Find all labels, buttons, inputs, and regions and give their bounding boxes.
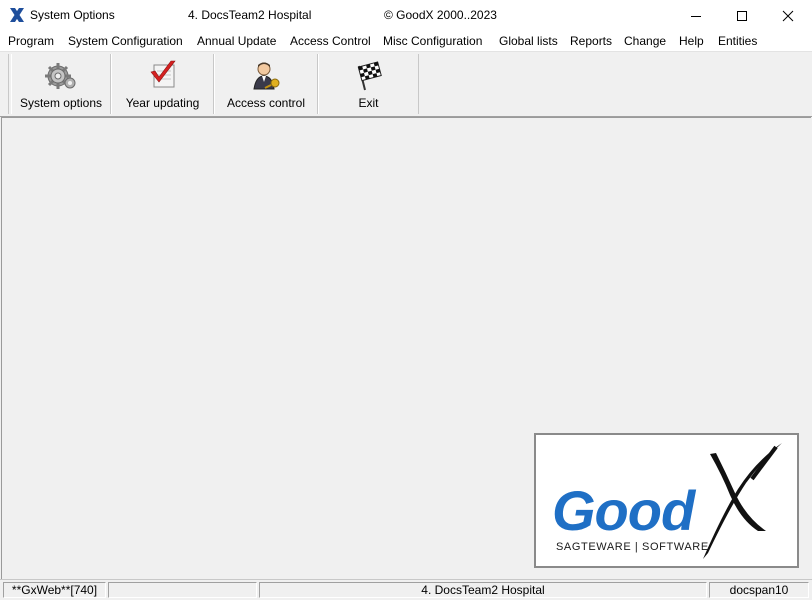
user-key-icon bbox=[253, 62, 280, 90]
checkered-flag-icon bbox=[357, 61, 382, 91]
title-bar: System Options 4. DocsTeam2 Hospital © G… bbox=[0, 0, 812, 31]
status-pane-empty bbox=[108, 582, 257, 598]
window-title: System Options bbox=[30, 8, 115, 22]
checkmark-calendar-icon bbox=[149, 60, 176, 88]
menu-change[interactable]: Change bbox=[624, 34, 666, 48]
system-options-button[interactable]: System options bbox=[11, 54, 111, 114]
maximize-button[interactable] bbox=[719, 0, 765, 31]
practice-name: 4. DocsTeam2 Hospital bbox=[188, 8, 312, 22]
status-server: **GxWeb**[740] bbox=[3, 582, 106, 598]
goodx-tagline: SAGTEWARE | SOFTWARE bbox=[556, 541, 709, 553]
goodx-logo: Good SAGTEWARE | SOFTWARE bbox=[534, 433, 799, 568]
goodx-brand-text: Good bbox=[552, 479, 697, 542]
minimize-button[interactable] bbox=[673, 0, 719, 31]
menu-bar: Program System Configuration Annual Upda… bbox=[0, 31, 812, 52]
goodx-app-icon bbox=[10, 8, 24, 22]
maximize-icon bbox=[737, 10, 747, 21]
gears-icon bbox=[45, 63, 76, 89]
menu-system-configuration[interactable]: System Configuration bbox=[68, 34, 183, 48]
menu-global-lists[interactable]: Global lists bbox=[499, 34, 558, 48]
status-practice: 4. DocsTeam2 Hospital bbox=[259, 582, 707, 598]
menu-misc-configuration[interactable]: Misc Configuration bbox=[383, 34, 482, 48]
exit-button[interactable]: Exit bbox=[318, 54, 419, 114]
copyright-text: © GoodX 2000..2023 bbox=[384, 8, 497, 22]
access-control-label: Access control bbox=[226, 96, 306, 110]
close-icon bbox=[782, 10, 794, 21]
menu-program[interactable]: Program bbox=[8, 34, 54, 48]
access-control-button[interactable]: Access control bbox=[214, 54, 318, 114]
menu-annual-update[interactable]: Annual Update bbox=[197, 34, 276, 48]
toolbar: System options Year updating Access cont… bbox=[0, 52, 812, 117]
menu-help[interactable]: Help bbox=[679, 34, 704, 48]
status-user: docspan10 bbox=[709, 582, 809, 598]
year-updating-button[interactable]: Year updating bbox=[111, 54, 214, 114]
close-button[interactable] bbox=[765, 0, 811, 31]
year-updating-label: Year updating bbox=[125, 96, 200, 110]
menu-access-control[interactable]: Access Control bbox=[290, 34, 371, 48]
minimize-icon bbox=[691, 15, 701, 17]
status-bar: **GxWeb**[740] 4. DocsTeam2 Hospital doc… bbox=[0, 579, 812, 600]
exit-label: Exit bbox=[358, 96, 379, 110]
system-options-label: System options bbox=[19, 96, 103, 110]
menu-reports[interactable]: Reports bbox=[570, 34, 612, 48]
goodx-logo-graphic: Good SAGTEWARE | SOFTWARE bbox=[552, 443, 782, 559]
menu-entities[interactable]: Entities bbox=[718, 34, 757, 48]
